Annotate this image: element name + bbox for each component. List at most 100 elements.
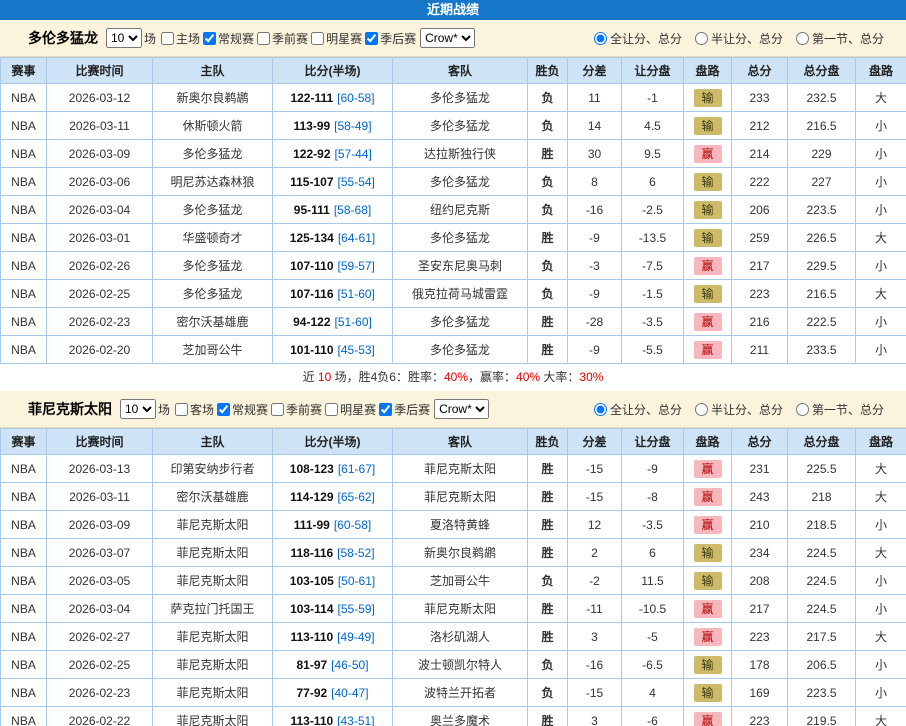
games-count-select[interactable]: 10 [120, 399, 156, 419]
filter-checkbox[interactable] [175, 403, 188, 416]
total-line-cell: 225.5 [788, 455, 856, 483]
filter-option[interactable]: 季前赛 [255, 30, 308, 47]
bookmaker-select[interactable]: Crow* [420, 28, 475, 48]
away-team-cell: 夏洛特黄蜂 [393, 511, 528, 539]
filter-checkbox[interactable] [257, 32, 270, 45]
odds-mode-radio[interactable] [695, 403, 708, 416]
half-score: [50-61] [338, 574, 375, 588]
home-team-cell: 菲尼克斯太阳 [153, 651, 273, 679]
odds-mode-option[interactable]: 第一节、总分 [793, 30, 884, 47]
odds-mode-option[interactable]: 全让分、总分 [591, 401, 682, 418]
handicap-line-cell: -3.5 [622, 308, 684, 336]
column-header: 比赛时间 [47, 429, 153, 455]
home-team-cell: 菲尼克斯太阳 [153, 567, 273, 595]
handicap-result-cell: 赢 [684, 511, 732, 539]
filter-checkbox[interactable] [379, 403, 392, 416]
column-header: 胜负 [528, 429, 568, 455]
handicap-result-badge: 赢 [694, 313, 722, 331]
bookmaker-select[interactable]: Crow* [434, 399, 489, 419]
point-diff-cell: 3 [568, 707, 622, 726]
filter-checkbox[interactable] [203, 32, 216, 45]
filter-checkbox[interactable] [271, 403, 284, 416]
summary-segment: 30% [579, 370, 603, 384]
filter-option[interactable]: 常规赛 [215, 401, 268, 418]
away-team-cell: 多伦多猛龙 [393, 308, 528, 336]
total-line-cell: 218 [788, 483, 856, 511]
result-cell: 胜 [528, 511, 568, 539]
table-header-row: 赛事比赛时间主队比分(半场)客队胜负分差让分盘盘路总分总分盘盘路 [1, 58, 906, 84]
away-team-cell: 芝加哥公牛 [393, 567, 528, 595]
score-cell: 113-110 [43-51] [273, 707, 393, 726]
total-line-cell: 233.5 [788, 336, 856, 364]
filter-option[interactable]: 明星赛 [323, 401, 376, 418]
result-cell: 负 [528, 252, 568, 280]
handicap-result-badge: 赢 [694, 628, 722, 646]
filter-label: 明星赛 [326, 30, 362, 47]
odds-mode-radio[interactable] [796, 403, 809, 416]
filter-option[interactable]: 明星赛 [309, 30, 362, 47]
result-cell: 胜 [528, 707, 568, 726]
handicap-result-cell: 赢 [684, 623, 732, 651]
over-under-cell: 小 [856, 651, 906, 679]
column-header: 比分(半场) [273, 429, 393, 455]
filter-option[interactable]: 常规赛 [201, 30, 254, 47]
away-team-cell: 多伦多猛龙 [393, 336, 528, 364]
point-diff-cell: 12 [568, 511, 622, 539]
odds-mode-radio[interactable] [594, 403, 607, 416]
away-team-cell: 菲尼克斯太阳 [393, 483, 528, 511]
odds-mode-radio[interactable] [695, 32, 708, 45]
team-name: 多伦多猛龙 [28, 28, 98, 48]
home-team-cell: 萨克拉门托国王 [153, 595, 273, 623]
section-header: 菲尼克斯太阳 10 场 客场常规赛季前赛明星赛季后赛 Crow* 全让分、总分半… [0, 391, 906, 428]
recent-results-page: 近期战绩 多伦多猛龙 10 场 主场常规赛季前赛明星赛季后赛 Crow* 全让分… [0, 0, 906, 726]
game-row: NBA2026-02-23菲尼克斯太阳77-92[40-47]波特兰开拓者负-1… [1, 679, 906, 707]
filter-option[interactable]: 主场 [159, 30, 200, 47]
column-header: 盘路 [856, 58, 906, 84]
odds-mode-option[interactable]: 全让分、总分 [591, 30, 682, 47]
odds-mode-option[interactable]: 半让分、总分 [692, 401, 783, 418]
games-table-body: NBA2026-03-12新奥尔良鹈鹕122-111[60-58]多伦多猛龙负1… [1, 84, 906, 364]
score-cell: 113-110[49-49] [273, 623, 393, 651]
handicap-result-badge: 赢 [694, 712, 722, 726]
filter-option[interactable]: 客场 [173, 401, 214, 418]
over-under-cell: 大 [856, 539, 906, 567]
half-score: [45-53] [338, 343, 375, 357]
filter-option[interactable]: 季后赛 [377, 401, 430, 418]
point-diff-cell: -9 [568, 280, 622, 308]
total-line-cell: 217.5 [788, 623, 856, 651]
total-line-cell: 222.5 [788, 308, 856, 336]
date-cell: 2026-03-07 [47, 539, 153, 567]
filter-checkbox[interactable] [365, 32, 378, 45]
game-row: NBA2026-03-11密尔沃基雄鹿114-129[65-62]菲尼克斯太阳胜… [1, 483, 906, 511]
date-cell: 2026-03-13 [47, 455, 153, 483]
handicap-line-cell: -3.5 [622, 511, 684, 539]
league-cell: NBA [1, 336, 47, 364]
handicap-line-cell: -13.5 [622, 224, 684, 252]
odds-mode-radio[interactable] [594, 32, 607, 45]
point-diff-cell: -28 [568, 308, 622, 336]
away-team-cell: 奥兰多魔术 [393, 707, 528, 726]
full-score: 113-110 [290, 714, 333, 726]
date-cell: 2026-03-04 [47, 595, 153, 623]
result-cell: 胜 [528, 336, 568, 364]
full-score: 113-99 [293, 119, 330, 133]
filter-checkbox[interactable] [311, 32, 324, 45]
filter-checkbox[interactable] [217, 403, 230, 416]
score-cell: 107-110[59-57] [273, 252, 393, 280]
half-score: [43-51] [337, 714, 374, 726]
date-cell: 2026-02-25 [47, 280, 153, 308]
odds-mode-option[interactable]: 半让分、总分 [692, 30, 783, 47]
section-team-suns: 菲尼克斯太阳 10 场 客场常规赛季前赛明星赛季后赛 Crow* 全让分、总分半… [0, 391, 906, 726]
league-cell: NBA [1, 140, 47, 168]
summary-segment: 场，胜4负6：胜率： [331, 370, 444, 384]
result-cell: 胜 [528, 224, 568, 252]
filter-option[interactable]: 季前赛 [269, 401, 322, 418]
filter-checkbox[interactable] [161, 32, 174, 45]
filter-checkbox[interactable] [325, 403, 338, 416]
filter-option[interactable]: 季后赛 [363, 30, 416, 47]
games-count-select[interactable]: 10 [106, 28, 142, 48]
score-cell: 115-107[55-54] [273, 168, 393, 196]
odds-mode-option[interactable]: 第一节、总分 [793, 401, 884, 418]
away-team-cell: 圣安东尼奥马刺 [393, 252, 528, 280]
odds-mode-radio[interactable] [796, 32, 809, 45]
